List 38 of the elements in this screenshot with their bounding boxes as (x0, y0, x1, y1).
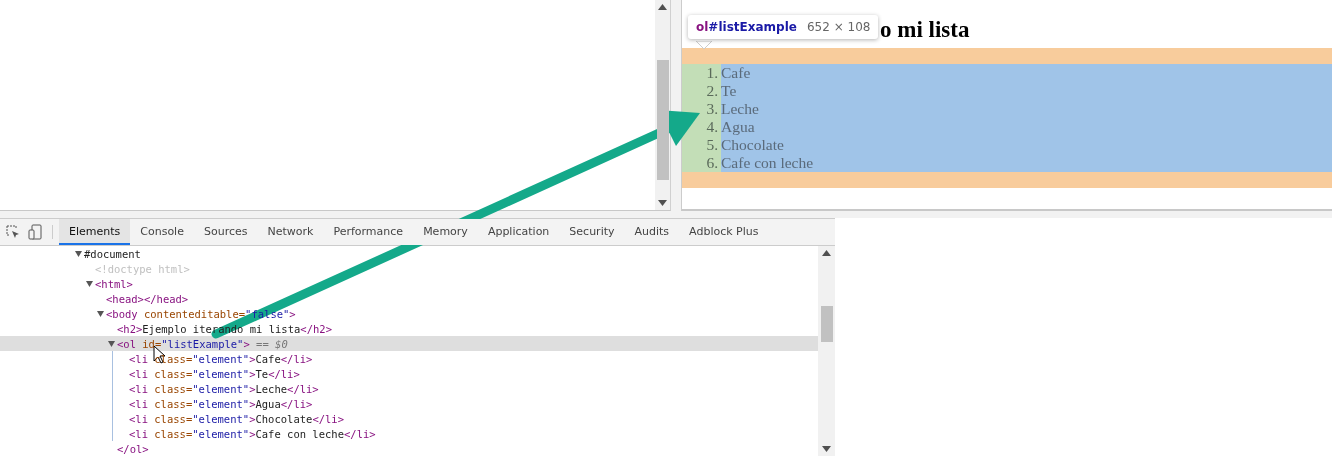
dom-tree-line[interactable]: <head></head> (0, 291, 818, 306)
dom-tree-line[interactable]: <li class="element">Cafe con leche</li> (113, 426, 818, 441)
caret-icon[interactable] (108, 340, 115, 347)
scroll-down-icon[interactable] (658, 200, 667, 206)
list-number: 3. (706, 100, 718, 118)
dom-tree-line[interactable]: <li class="element">Chocolate</li> (113, 411, 818, 426)
page-heading: o mi lista (880, 18, 970, 42)
list-number: 2. (706, 82, 718, 100)
scroll-up-icon[interactable] (822, 250, 831, 256)
dom-tree-line[interactable]: #document (0, 246, 818, 261)
list-item: Te (721, 82, 737, 100)
list-number: 1. (706, 64, 718, 82)
devtools-tab[interactable]: Elements (59, 219, 131, 245)
list-item: Agua (721, 118, 755, 136)
scroll-down-icon[interactable] (822, 446, 831, 452)
list-number: 5. (706, 136, 718, 154)
dom-tree-line[interactable]: <li class="element">Leche</li> (113, 381, 818, 396)
dom-tree-line[interactable]: <html> (0, 276, 818, 291)
scroll-up-icon[interactable] (658, 4, 667, 10)
scrollbar-thumb[interactable] (656, 60, 669, 180)
list-item: Cafe (721, 64, 751, 82)
inspect-tooltip: ol#listExample 652 × 108 (688, 15, 879, 39)
devtools-tab[interactable]: Memory (413, 219, 478, 245)
dom-tree-line[interactable]: </ol> (0, 441, 818, 456)
list-item: Chocolate (721, 136, 784, 154)
list-number: 6. (706, 154, 718, 172)
list-item: Leche (721, 100, 759, 118)
dom-tree-line[interactable]: <li class="element">Te</li> (113, 366, 818, 381)
caret-icon[interactable] (75, 250, 82, 257)
caret-icon[interactable] (86, 280, 93, 287)
scrollbar-thumb[interactable] (820, 306, 833, 342)
tooltip-pointer-icon (696, 41, 712, 49)
scrollbar[interactable] (818, 246, 835, 456)
list-item: Cafe con leche (721, 154, 814, 172)
dom-tree-line[interactable]: <li class="element">Agua</li> (113, 396, 818, 411)
caret-icon[interactable] (97, 310, 104, 317)
scrollbar[interactable] (655, 0, 670, 210)
list-number: 4. (706, 118, 718, 136)
